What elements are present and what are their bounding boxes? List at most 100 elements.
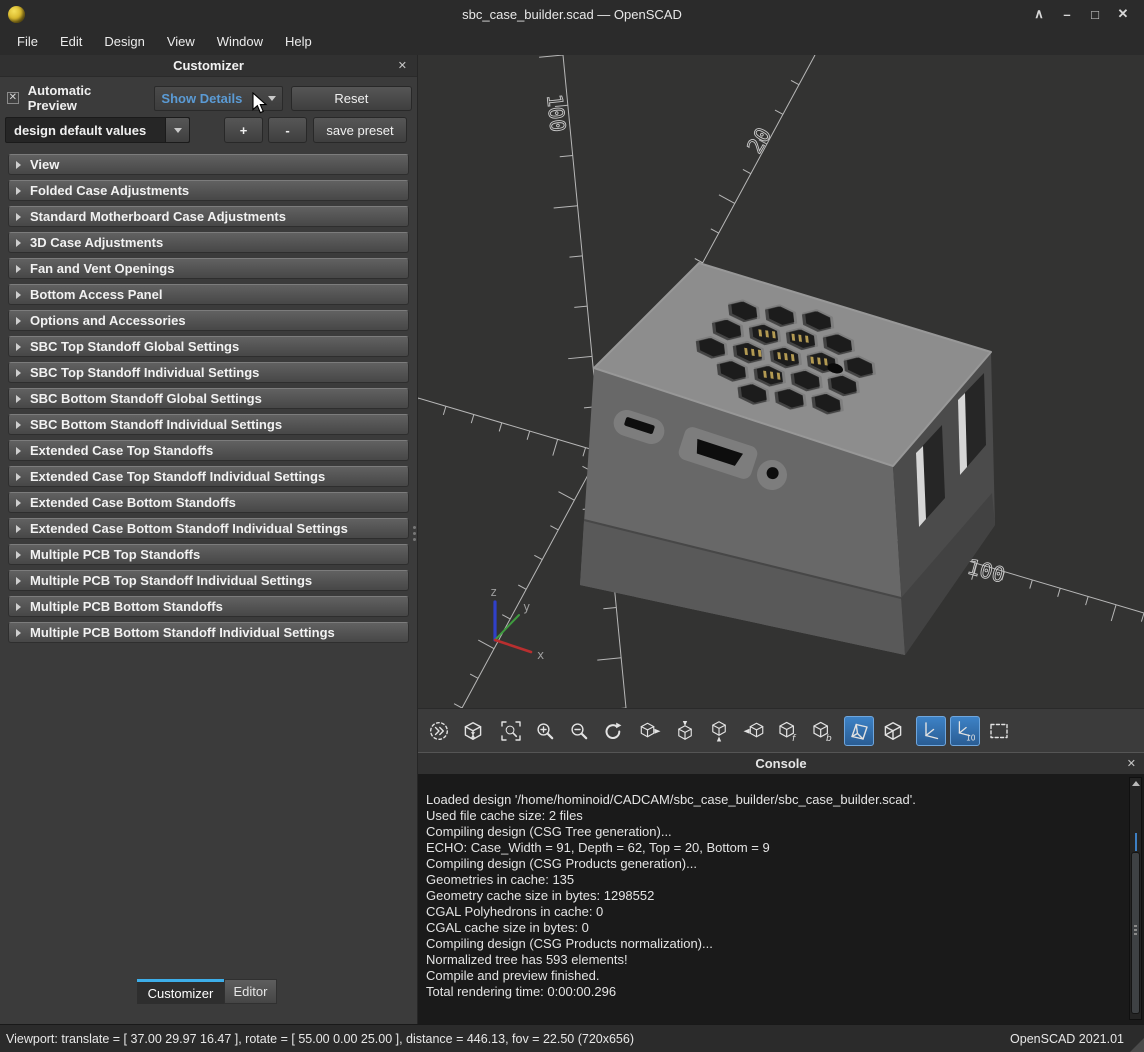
view-top-button[interactable] (670, 716, 700, 746)
section-label: Standard Motherboard Case Adjustments (30, 209, 286, 224)
console-line: Normalized tree has 593 elements! (426, 952, 1120, 968)
section-item[interactable]: Extended Case Bottom Standoffs (8, 492, 409, 513)
reset-view-button[interactable] (598, 716, 628, 746)
svg-text:f: f (792, 734, 797, 742)
zoom-all-button[interactable] (496, 716, 526, 746)
shade-window-button[interactable]: ∧ (1028, 4, 1050, 24)
expand-arrow-icon (16, 239, 21, 247)
automatic-preview-label: Automatic Preview (28, 83, 141, 113)
reset-button[interactable]: Reset (291, 86, 412, 111)
section-item[interactable]: Multiple PCB Bottom Standoffs (8, 596, 409, 617)
section-label: Multiple PCB Bottom Standoff Individual … (30, 625, 335, 640)
section-item[interactable]: Options and Accessories (8, 310, 409, 331)
view-perspective-button[interactable] (844, 716, 874, 746)
view-orthogonal-button[interactable] (878, 716, 908, 746)
section-item[interactable]: SBC Bottom Standoff Global Settings (8, 388, 409, 409)
section-label: SBC Bottom Standoff Individual Settings (30, 417, 282, 432)
section-item[interactable]: Multiple PCB Bottom Standoff Individual … (8, 622, 409, 643)
tab-customizer[interactable]: Customizer (137, 979, 224, 1004)
zoom-in-icon (534, 720, 556, 742)
menu-window[interactable]: Window (206, 30, 274, 53)
3d-viewport[interactable]: 100 20 100 (418, 55, 1144, 708)
section-item[interactable]: 3D Case Adjustments (8, 232, 409, 253)
view-preview-button[interactable] (424, 716, 454, 746)
section-item[interactable]: View (8, 154, 409, 175)
automatic-preview-checkbox[interactable]: ✕ (7, 92, 19, 104)
remove-preset-button[interactable]: - (268, 117, 307, 143)
add-preset-button[interactable]: + (224, 117, 263, 143)
3d-scene: 100 20 100 (418, 55, 1144, 708)
section-item[interactable]: Multiple PCB Top Standoff Individual Set… (8, 570, 409, 591)
zoom-in-button[interactable] (530, 716, 560, 746)
section-item[interactable]: Folded Case Adjustments (8, 180, 409, 201)
view-left-button[interactable] (738, 716, 768, 746)
console-scrollbar[interactable] (1129, 777, 1142, 1020)
console-line: Compiling design (CSG Products generatio… (426, 856, 1120, 872)
section-label: SBC Top Standoff Individual Settings (30, 365, 259, 380)
console-line: Total rendering time: 0:00:00.296 (426, 984, 1120, 1000)
scrollbar-thumb[interactable] (1131, 852, 1140, 1014)
show-scale-markers-button[interactable]: 10 (950, 716, 980, 746)
preset-dropdown[interactable]: design default values (5, 117, 190, 143)
resize-grip[interactable] (1130, 1038, 1144, 1052)
chevron-down-icon (174, 128, 182, 133)
show-axes-button[interactable] (916, 716, 946, 746)
save-preset-button[interactable]: save preset (313, 117, 407, 143)
menu-file[interactable]: File (6, 30, 49, 53)
console-output[interactable]: Loaded design '/home/hominoid/CADCAM/sbc… (418, 774, 1144, 1024)
view-top-icon (674, 720, 696, 742)
view-front-button[interactable]: f (772, 716, 802, 746)
section-item[interactable]: Extended Case Top Standoffs (8, 440, 409, 461)
menu-view[interactable]: View (156, 30, 206, 53)
section-label: Extended Case Bottom Standoffs (30, 495, 236, 510)
section-item[interactable]: Bottom Access Panel (8, 284, 409, 305)
view-right-button[interactable] (636, 716, 666, 746)
scroll-up-icon[interactable] (1132, 781, 1140, 786)
menu-help[interactable]: Help (274, 30, 323, 53)
view-bottom-icon (708, 720, 730, 742)
panel-splitter-handle[interactable] (413, 523, 417, 544)
section-item[interactable]: SBC Top Standoff Individual Settings (8, 362, 409, 383)
window-controls: ∧ – □ ✕ (1028, 4, 1144, 24)
expand-arrow-icon (16, 499, 21, 507)
zoom-out-button[interactable] (564, 716, 594, 746)
mouse-cursor (252, 92, 272, 116)
menu-edit[interactable]: Edit (49, 30, 93, 53)
section-item[interactable]: SBC Top Standoff Global Settings (8, 336, 409, 357)
close-window-button[interactable]: ✕ (1112, 4, 1134, 24)
console-line: Compiling design (CSG Tree generation)..… (426, 824, 1120, 840)
section-label: Options and Accessories (30, 313, 186, 328)
customizer-title: Customizer (0, 58, 417, 73)
customizer-close-icon[interactable]: ✕ (398, 59, 417, 72)
section-item[interactable]: Fan and Vent Openings (8, 258, 409, 279)
maximize-window-button[interactable]: □ (1084, 4, 1106, 24)
console-close-icon[interactable]: ✕ (1127, 757, 1144, 770)
view-bottom-button[interactable] (704, 716, 734, 746)
console-line: ECHO: Case_Width = 91, Depth = 62, Top =… (426, 840, 1120, 856)
case-model (580, 263, 995, 655)
z-scale-label: 100 (542, 93, 570, 133)
expand-arrow-icon (16, 447, 21, 455)
render-button[interactable] (458, 716, 488, 746)
scrollbar-accent (1135, 833, 1137, 851)
expand-arrow-icon (16, 603, 21, 611)
section-item[interactable]: Extended Case Top Standoff Individual Se… (8, 466, 409, 487)
view-all-button[interactable] (984, 716, 1014, 746)
section-item[interactable]: SBC Bottom Standoff Individual Settings (8, 414, 409, 435)
view-all-icon (988, 720, 1010, 742)
menu-design[interactable]: Design (93, 30, 155, 53)
preset-dropdown-arrow[interactable] (165, 118, 189, 142)
y-axis-label: y (523, 600, 530, 614)
expand-arrow-icon (16, 525, 21, 533)
minimize-window-button[interactable]: – (1056, 4, 1078, 24)
section-item[interactable]: Standard Motherboard Case Adjustments (8, 206, 409, 227)
section-item[interactable]: Extended Case Bottom Standoff Individual… (8, 518, 409, 539)
section-item[interactable]: Multiple PCB Top Standoffs (8, 544, 409, 565)
console-line: Used file cache size: 2 files (426, 808, 1120, 824)
z-axis-label: z (490, 585, 497, 599)
tab-editor[interactable]: Editor (224, 979, 277, 1004)
zoom-out-icon (568, 720, 590, 742)
view-back-button[interactable]: b (806, 716, 836, 746)
expand-arrow-icon (16, 317, 21, 325)
console-line: Compiling design (CSG Products normaliza… (426, 936, 1120, 952)
